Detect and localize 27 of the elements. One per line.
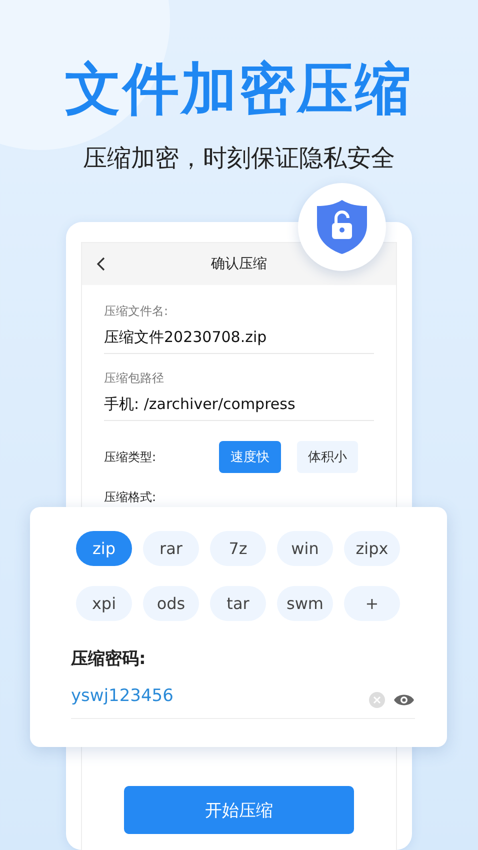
format-label: 压缩格式: xyxy=(104,489,158,506)
password-label: 压缩密码: xyxy=(71,648,147,670)
format-chip[interactable]: zipx xyxy=(344,531,400,566)
format-chip[interactable]: tar xyxy=(210,586,266,621)
type-label: 压缩类型: xyxy=(104,448,158,466)
format-chip[interactable]: rar xyxy=(143,531,199,566)
eye-icon[interactable] xyxy=(393,693,415,707)
shield-lock-icon xyxy=(316,199,368,255)
subtitle: 压缩加密，时刻保证隐私安全 xyxy=(83,143,395,174)
type-option[interactable]: 体积小 xyxy=(296,441,358,473)
format-chip[interactable]: + xyxy=(344,586,400,621)
field-label: 压缩文件名: xyxy=(104,303,170,320)
format-chip[interactable]: xpi xyxy=(76,586,132,621)
field-value[interactable]: 手机: /zarchiver/compress xyxy=(104,395,374,414)
start-button[interactable]: 开始压缩 xyxy=(124,786,354,834)
format-chip[interactable]: ods xyxy=(143,586,199,621)
headline: 文件加密压缩 xyxy=(65,56,413,124)
password-field[interactable]: yswj123456 xyxy=(71,686,369,706)
format-chip[interactable]: 7z xyxy=(210,531,266,566)
screen-title: 确认压缩 xyxy=(211,255,267,273)
field-value[interactable]: 压缩文件20230708.zip xyxy=(104,328,374,347)
back-icon[interactable] xyxy=(96,257,106,271)
format-chip[interactable]: swm xyxy=(277,586,333,621)
type-option[interactable]: 速度快 xyxy=(219,441,281,473)
format-chip[interactable]: win xyxy=(277,531,333,566)
field-label: 压缩包路径 xyxy=(104,370,165,387)
format-chip[interactable]: zip xyxy=(76,531,132,566)
